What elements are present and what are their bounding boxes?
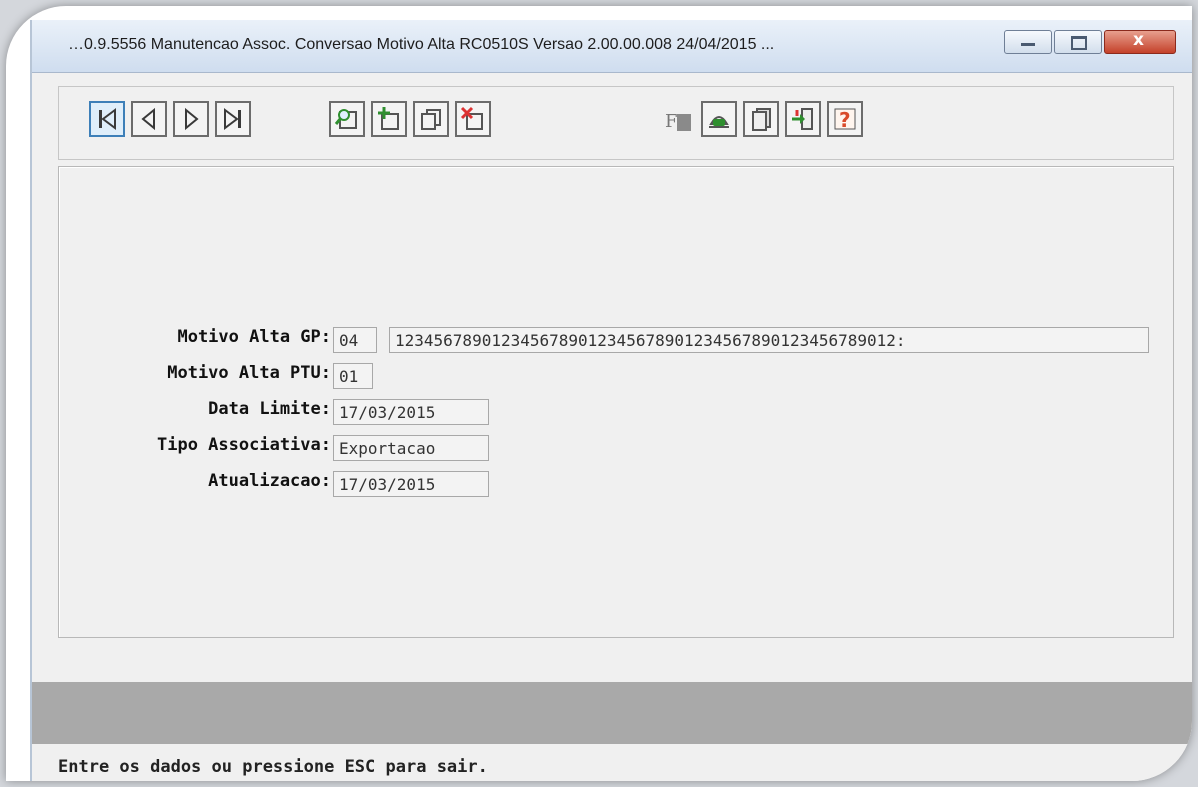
svg-text:?: ?: [839, 108, 851, 132]
search-icon[interactable]: [329, 101, 365, 137]
previous-record-icon[interactable]: [131, 101, 167, 137]
motivo-alta-gp-description-field[interactable]: 1234567890123456789012345678901234567890…: [389, 327, 1149, 353]
tipo-associativa-field[interactable]: Exportacao: [333, 435, 489, 461]
maximize-icon[interactable]: [1054, 30, 1102, 54]
help-icon[interactable]: ?: [827, 101, 863, 137]
data-limite-field[interactable]: 17/03/2015: [333, 399, 489, 425]
form-panel: Motivo Alta GP: 04 123456789012345678901…: [58, 166, 1174, 638]
motivo-alta-gp-code-field[interactable]: 04: [333, 327, 377, 353]
copy-record-icon[interactable]: [413, 101, 449, 137]
print-icon[interactable]: [701, 101, 737, 137]
close-icon[interactable]: [1104, 30, 1176, 54]
tipo-associativa-label: Tipo Associativa:: [157, 435, 331, 455]
motivo-alta-ptu-code-field[interactable]: 01: [333, 363, 373, 389]
add-record-icon[interactable]: [371, 101, 407, 137]
application-window: …0.9.5556 Manutencao Assoc. Conversao Mo…: [30, 20, 1192, 781]
atualizacao-field[interactable]: 17/03/2015: [333, 471, 489, 497]
window-title: …0.9.5556 Manutencao Assoc. Conversao Mo…: [68, 36, 775, 53]
status-divider-bar: [32, 682, 1192, 744]
next-record-icon[interactable]: [173, 101, 209, 137]
svg-text:F: F: [665, 111, 678, 132]
atualizacao-label: Atualizacao:: [208, 471, 331, 491]
screenshot-frame: …0.9.5556 Manutencao Assoc. Conversao Mo…: [6, 6, 1192, 781]
data-limite-label: Data Limite:: [208, 399, 331, 419]
minimize-icon[interactable]: [1004, 30, 1052, 54]
status-message: Entre os dados ou pressione ESC para sai…: [58, 757, 488, 777]
delete-record-icon[interactable]: [455, 101, 491, 137]
first-record-icon[interactable]: [89, 101, 125, 137]
toolbar: F ?: [58, 86, 1174, 160]
motivo-alta-gp-label: Motivo Alta GP:: [177, 327, 331, 347]
title-bar[interactable]: …0.9.5556 Manutencao Assoc. Conversao Mo…: [32, 20, 1192, 73]
pages-icon[interactable]: [743, 101, 779, 137]
exit-icon[interactable]: [785, 101, 821, 137]
last-record-icon[interactable]: [215, 101, 251, 137]
filter-icon[interactable]: F: [659, 101, 695, 137]
motivo-alta-ptu-label: Motivo Alta PTU:: [167, 363, 331, 383]
window-controls: [1004, 30, 1178, 54]
